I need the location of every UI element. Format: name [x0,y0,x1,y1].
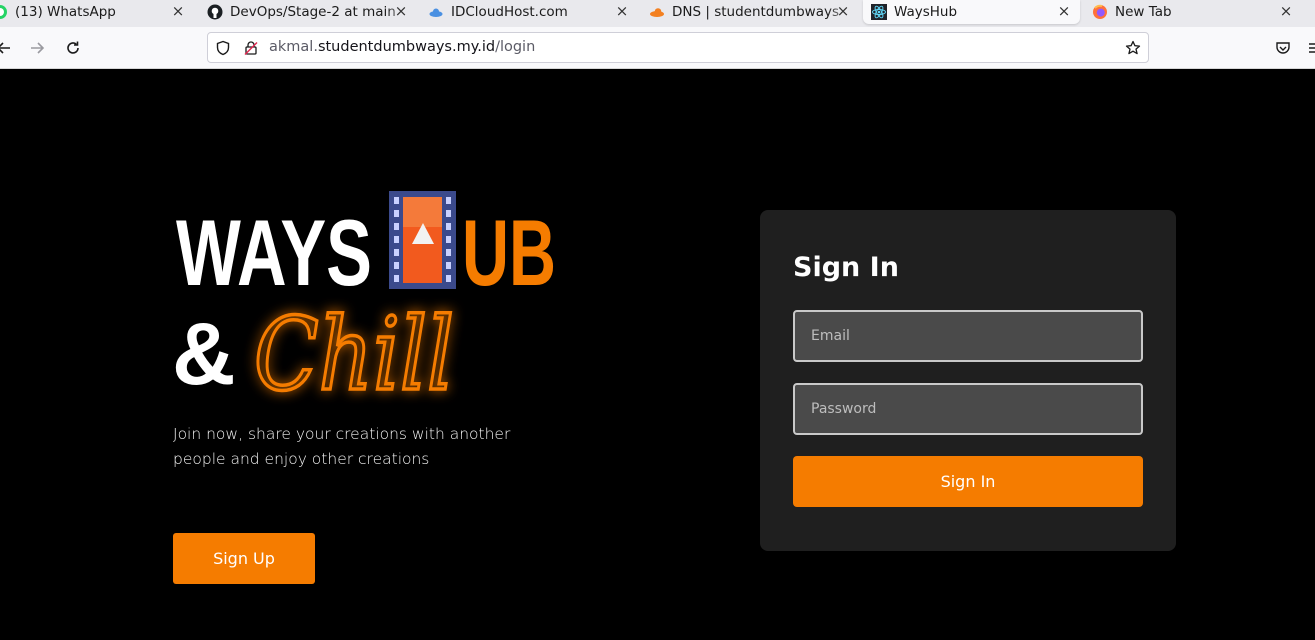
menu-button[interactable] [1305,38,1315,58]
film-strip-icon [389,191,456,289]
sign-in-button[interactable]: Sign In [793,456,1143,507]
tab-whatsapp[interactable]: (13) WhatsApp × [0,0,192,24]
tab-title: DNS | studentdumbways [672,4,839,20]
tab-title: DevOps/Stage-2 at main [230,4,396,20]
arrow-right-icon [31,42,45,54]
close-icon[interactable]: × [614,3,630,19]
url-text[interactable]: akmal.studentdumbways.my.id/login [269,39,535,55]
close-icon[interactable]: × [170,3,186,19]
logo-ub-text: UB [462,200,556,305]
tab-title: New Tab [1115,4,1172,20]
forward-button[interactable] [27,38,47,58]
react-icon [871,4,887,20]
arrow-left-icon [0,42,10,54]
login-page: WAYS UB & Chill Join now, share your cre… [0,69,1315,640]
url-host: studentdumbways.my.id [317,39,496,55]
insecure-lock-icon[interactable] [243,40,259,56]
logo-ways-text: WAYS [176,200,372,305]
password-field-wrapper [793,383,1143,435]
sign-in-title: Sign In [793,252,899,283]
browser-tab-strip: (13) WhatsApp × DevOps/Stage-2 at main ×… [0,0,1315,27]
close-icon[interactable]: × [393,3,409,19]
password-input[interactable] [795,385,1141,433]
wayshub-logo: WAYS UB & Chill [172,191,556,415]
close-icon[interactable]: × [835,3,851,19]
back-button[interactable] [0,38,14,58]
whatsapp-icon [0,4,8,20]
tab-title: IDCloudHost.com [451,4,568,20]
browser-toolbar: akmal.studentdumbways.my.id/login [0,27,1315,69]
logo-ampersand-text: & [172,304,236,403]
address-bar[interactable]: akmal.studentdumbways.my.id/login [207,32,1149,63]
hero-tagline: Join now, share your creations with anot… [173,425,511,468]
tab-title: (13) WhatsApp [15,4,116,20]
menu-icon [1309,43,1315,53]
reload-icon [67,41,79,54]
url-subdomain: akmal. [269,39,318,55]
sign-in-card: Sign In Sign In [760,210,1176,551]
cloud-icon [428,4,444,20]
bookmark-star-icon[interactable] [1125,40,1141,56]
logo-chill-text: Chill [254,296,454,413]
reload-button[interactable] [63,38,83,58]
cloudflare-icon [649,4,665,20]
sign-up-button[interactable]: Sign Up [173,533,315,584]
tab-idcloudhost[interactable]: IDCloudHost.com × [428,0,634,24]
tab-wayshub[interactable]: WaysHub × [863,0,1080,24]
email-field-wrapper [793,310,1143,362]
pocket-icon [1276,42,1290,54]
close-icon[interactable]: × [1056,3,1072,19]
pocket-button[interactable] [1273,38,1293,58]
tab-title: WaysHub [894,4,958,20]
tab-cloudflare-dns[interactable]: DNS | studentdumbways × [649,0,855,24]
tracking-protection-shield-icon[interactable] [215,40,231,56]
tab-github[interactable]: DevOps/Stage-2 at main × [207,0,413,24]
github-icon [207,4,223,20]
url-path: /login [495,39,536,55]
firefox-icon [1092,4,1108,20]
tab-new-tab[interactable]: New Tab × [1092,0,1302,24]
close-icon[interactable]: × [1278,3,1294,19]
email-input[interactable] [795,312,1141,360]
